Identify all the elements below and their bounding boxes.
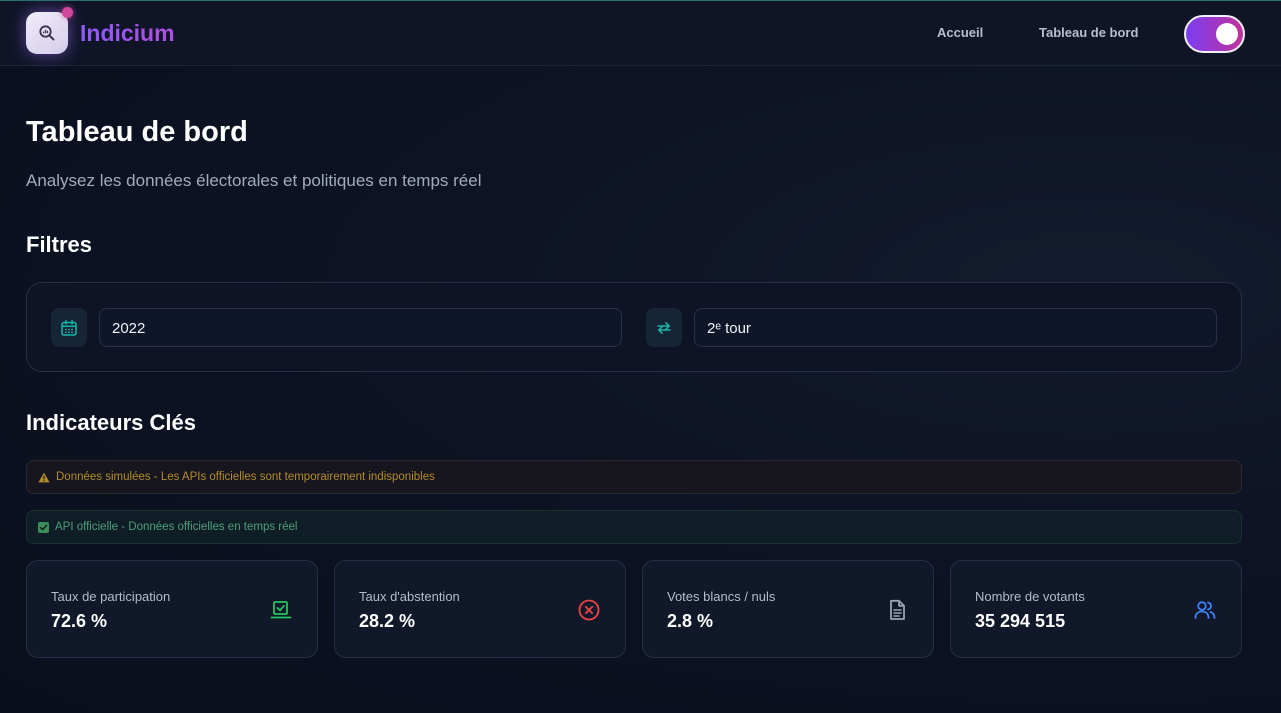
filters-heading: Filtres xyxy=(26,232,93,257)
kpi-label: Taux d'abstention xyxy=(359,589,460,604)
toggle-knob xyxy=(1216,23,1238,45)
swap-arrows-icon xyxy=(646,308,682,347)
top-navbar: Indicium Accueil Tableau de bord xyxy=(0,1,1281,66)
warning-icon xyxy=(38,472,50,482)
page-title: Tableau de bord xyxy=(26,116,248,148)
users-icon xyxy=(1194,601,1216,619)
kpi-label: Taux de participation xyxy=(51,589,171,604)
nav-link-accueil[interactable]: Accueil xyxy=(937,25,983,40)
year-select[interactable]: 2022 xyxy=(99,308,622,347)
x-circle-icon xyxy=(578,599,600,621)
filters-panel: 2022 2ᵉ tour xyxy=(26,282,1242,372)
simulated-data-banner: Données simulées - Les APIs officielles … xyxy=(26,460,1242,494)
round-select[interactable]: 2ᵉ tour xyxy=(694,308,1217,347)
checkbox-icon xyxy=(38,521,49,533)
brand-name[interactable]: Indicium xyxy=(80,20,175,47)
kpi-card-abstention: Taux d'abstention 28.2 % xyxy=(334,560,626,658)
vote-check-icon xyxy=(270,601,292,619)
kpi-value: 2.8 % xyxy=(667,611,714,631)
kpi-card-voters: Nombre de votants 35 294 515 xyxy=(950,560,1242,658)
calendar-icon xyxy=(51,308,87,347)
nav-link-tableau-de-bord[interactable]: Tableau de bord xyxy=(1039,25,1138,40)
logo[interactable] xyxy=(26,12,68,54)
kpi-card-participation: Taux de participation 72.6 % xyxy=(26,560,318,658)
kpi-card-blank-votes: Votes blancs / nuls 2.8 % xyxy=(642,560,934,658)
page-subtitle: Analysez les données électorales et poli… xyxy=(26,171,482,190)
warning-banner-text: Données simulées - Les APIs officielles … xyxy=(56,471,435,483)
official-banner-text: API officielle - Données officielles en … xyxy=(55,521,298,533)
official-api-banner: API officielle - Données officielles en … xyxy=(26,510,1242,544)
kpi-value: 72.6 % xyxy=(51,611,108,631)
kpi-label: Votes blancs / nuls xyxy=(667,589,776,604)
search-chart-icon xyxy=(39,25,55,41)
kpi-value: 28.2 % xyxy=(359,611,416,631)
kpi-label: Nombre de votants xyxy=(975,589,1085,604)
notification-dot xyxy=(62,7,73,18)
indicators-heading: Indicateurs Clés xyxy=(26,410,196,435)
kpi-value: 35 294 515 xyxy=(975,611,1066,631)
document-icon xyxy=(890,599,905,620)
theme-toggle[interactable] xyxy=(1184,15,1245,53)
